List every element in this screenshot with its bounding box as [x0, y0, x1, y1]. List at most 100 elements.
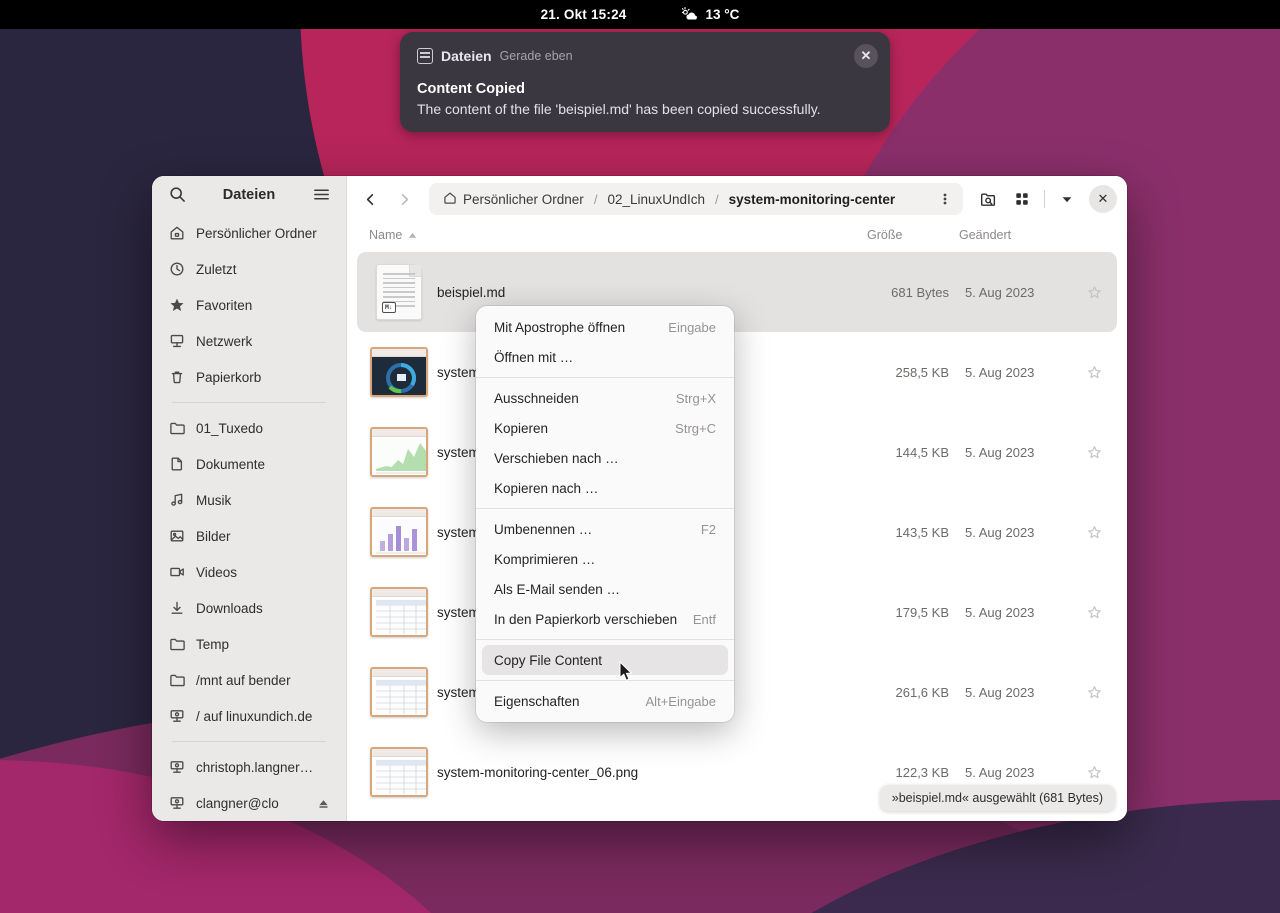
sidebar-item-zuletzt[interactable]: Zuletzt [160, 251, 338, 287]
context-menu-label: Copy File Content [494, 652, 603, 668]
sidebar-item-videos[interactable]: Videos [160, 554, 338, 590]
sidebar-divider [172, 402, 326, 403]
star-outline-icon[interactable] [1079, 765, 1109, 780]
star-outline-icon[interactable] [1079, 365, 1109, 380]
forward-button[interactable] [389, 184, 419, 214]
breadcrumb-label-0: Persönlicher Ordner [463, 191, 584, 207]
star-outline-icon[interactable] [1079, 445, 1109, 460]
table-row[interactable]: system-monitoring-center_02.png144,5 KB5… [357, 412, 1117, 492]
notification-popup[interactable]: Dateien Gerade eben ✕ Content Copied The… [400, 32, 890, 132]
eject-icon[interactable] [317, 797, 330, 810]
context-menu-item-mit-apostrophe-ffnen[interactable]: Mit Apostrophe öffnen Eingabe [482, 312, 728, 342]
context-menu-item-ausschneiden[interactable]: Ausschneiden Strg+X [482, 383, 728, 413]
sort-ascending-icon [408, 228, 417, 242]
context-menu-label: In den Papierkorb verschieben [494, 611, 678, 627]
file-size: 144,5 KB [895, 444, 950, 460]
notification-title: Content Copied [417, 81, 525, 97]
context-menu-item-als-e-mail-senden[interactable]: Als E-Mail senden … [482, 574, 728, 604]
sidebar-item-label: Bilder [196, 528, 231, 544]
markdown-file-icon: M↓ [376, 264, 422, 320]
table-row[interactable]: system-monitoring-center_04.png179,5 KB5… [357, 572, 1117, 652]
column-header-size[interactable]: Größe [867, 228, 959, 242]
breadcrumb-item-1[interactable]: 02_LinuxUndIch [603, 190, 709, 209]
sidebar-divider [172, 741, 326, 742]
panel-clock[interactable]: 21. Okt 15:24 [541, 7, 627, 22]
sidebar-item-papierkorb[interactable]: Papierkorb [160, 359, 338, 395]
sidebar-item-label: /mnt auf bender [196, 672, 291, 688]
context-menu-item-umbenennen[interactable]: Umbenennen … F2 [482, 514, 728, 544]
image-thumbnail [370, 507, 428, 557]
table-row[interactable]: system-monitoring-center_01.png258,5 KB5… [357, 332, 1117, 412]
breadcrumb-label-1: 02_LinuxUndIch [607, 191, 706, 207]
status-badge: »beispiel.md« ausgewählt (681 Bytes) [879, 785, 1115, 811]
notification-header: Dateien Gerade eben [417, 45, 873, 67]
context-menu-item-kopieren[interactable]: Kopieren Strg+C [482, 413, 728, 443]
sidebar-item-temp[interactable]: Temp [160, 626, 338, 662]
context-menu-item-in-den-papierkorb-verschieben[interactable]: In den Papierkorb verschieben Entf [482, 604, 728, 634]
panel-weather[interactable]: 13 °C [681, 7, 739, 22]
context-menu-item-komprimieren[interactable]: Komprimieren … [482, 544, 728, 574]
breadcrumb-item-current[interactable]: system-monitoring-center [725, 190, 900, 209]
column-header-name[interactable]: Name [369, 228, 867, 242]
table-row[interactable]: system-monitoring-center_05.png261,6 KB5… [357, 652, 1117, 732]
file-thumbnail [369, 347, 429, 397]
sidebar-item-mnt-auf-bender[interactable]: /mnt auf bender [160, 662, 338, 698]
download-icon [168, 600, 185, 617]
main-area: Persönlicher Ordner / 02_LinuxUndIch / s… [347, 176, 1127, 821]
table-row[interactable]: M↓ beispiel.md 681 Bytes 5. Aug 2023 [357, 252, 1117, 332]
network-drive-icon [168, 795, 185, 812]
file-size: 179,5 KB [895, 604, 950, 620]
file-modified-date: 5. Aug 2023 [965, 764, 1035, 780]
folder-search-icon[interactable] [973, 184, 1003, 214]
kebab-menu-icon[interactable] [933, 191, 957, 207]
sidebar-item-auf-linuxundich-de[interactable]: / auf linuxundich.de [160, 698, 338, 734]
context-menu-item-eigenschaften[interactable]: Eigenschaften Alt+Eingabe [482, 686, 728, 716]
sidebar-item-downloads[interactable]: Downloads [160, 590, 338, 626]
sidebar-item-favoriten[interactable]: Favoriten [160, 287, 338, 323]
star-outline-icon[interactable] [1079, 685, 1109, 700]
sidebar-item-clangner-clo[interactable]: clangner@clo [160, 785, 338, 821]
context-menu-label: Öffnen mit … [494, 349, 574, 365]
sidebar-item-label: Zuletzt [196, 261, 237, 277]
column-header-modified[interactable]: Geändert [959, 228, 1079, 242]
context-menu-item-verschieben-nach[interactable]: Verschieben nach … [482, 443, 728, 473]
back-button[interactable] [355, 184, 385, 214]
breadcrumb: Persönlicher Ordner / 02_LinuxUndIch / s… [429, 183, 963, 215]
sidebar-item-label: 01_Tuxedo [196, 420, 264, 436]
context-menu-shortcut: Strg+C [675, 420, 716, 436]
notification-close-icon[interactable]: ✕ [854, 44, 878, 68]
star-outline-icon[interactable] [1079, 605, 1109, 620]
window-close-icon[interactable]: ✕ [1089, 185, 1117, 213]
top-panel: 21. Okt 15:24 13 °C [0, 0, 1280, 29]
context-menu-item-copy-file-content[interactable]: Copy File Content [482, 645, 728, 675]
trash-icon [168, 369, 185, 386]
file-thumbnail [369, 427, 429, 477]
sidebar-item-label: Netzwerk [196, 333, 253, 349]
grid-view-icon[interactable] [1007, 184, 1037, 214]
column-label-name: Name [369, 228, 403, 242]
hamburger-menu-icon[interactable] [310, 184, 332, 206]
star-outline-icon[interactable] [1079, 285, 1109, 300]
context-menu-item-ffnen-mit[interactable]: Öffnen mit … [482, 342, 728, 372]
star-outline-icon[interactable] [1079, 525, 1109, 540]
table-row[interactable]: system-monitoring-center_03.png143,5 KB5… [357, 492, 1117, 572]
sidebar-item-label: christoph.langner… [196, 759, 314, 775]
sidebar-item-label: Dokumente [196, 456, 266, 472]
sidebar: Dateien Persönlicher Ordner Zuletzt Favori… [152, 176, 347, 821]
file-modified-date: 5. Aug 2023 [965, 604, 1035, 620]
sidebar-item-bilder[interactable]: Bilder [160, 518, 338, 554]
context-menu-item-kopieren-nach[interactable]: Kopieren nach … [482, 473, 728, 503]
notification-body: The content of the file 'beispiel.md' ha… [417, 101, 821, 117]
sidebar-item-dokumente[interactable]: Dokumente [160, 446, 338, 482]
sidebar-item-pers-nlicher-ordner[interactable]: Persönlicher Ordner [160, 215, 338, 251]
breadcrumb-item-home[interactable]: Persönlicher Ordner [439, 189, 588, 210]
search-icon[interactable] [166, 184, 188, 206]
chevron-down-icon[interactable] [1052, 184, 1082, 214]
sidebar-item-musik[interactable]: Musik [160, 482, 338, 518]
sidebar-item-01-tuxedo[interactable]: 01_Tuxedo [160, 410, 338, 446]
network-drive-icon [168, 708, 185, 725]
sidebar-item-netzwerk[interactable]: Netzwerk [160, 323, 338, 359]
file-list: M↓beispiel.md681 Bytes5. Aug 2023system-… [347, 248, 1127, 821]
music-icon [168, 492, 185, 509]
sidebar-item-christoph-langner[interactable]: christoph.langner… [160, 749, 338, 785]
